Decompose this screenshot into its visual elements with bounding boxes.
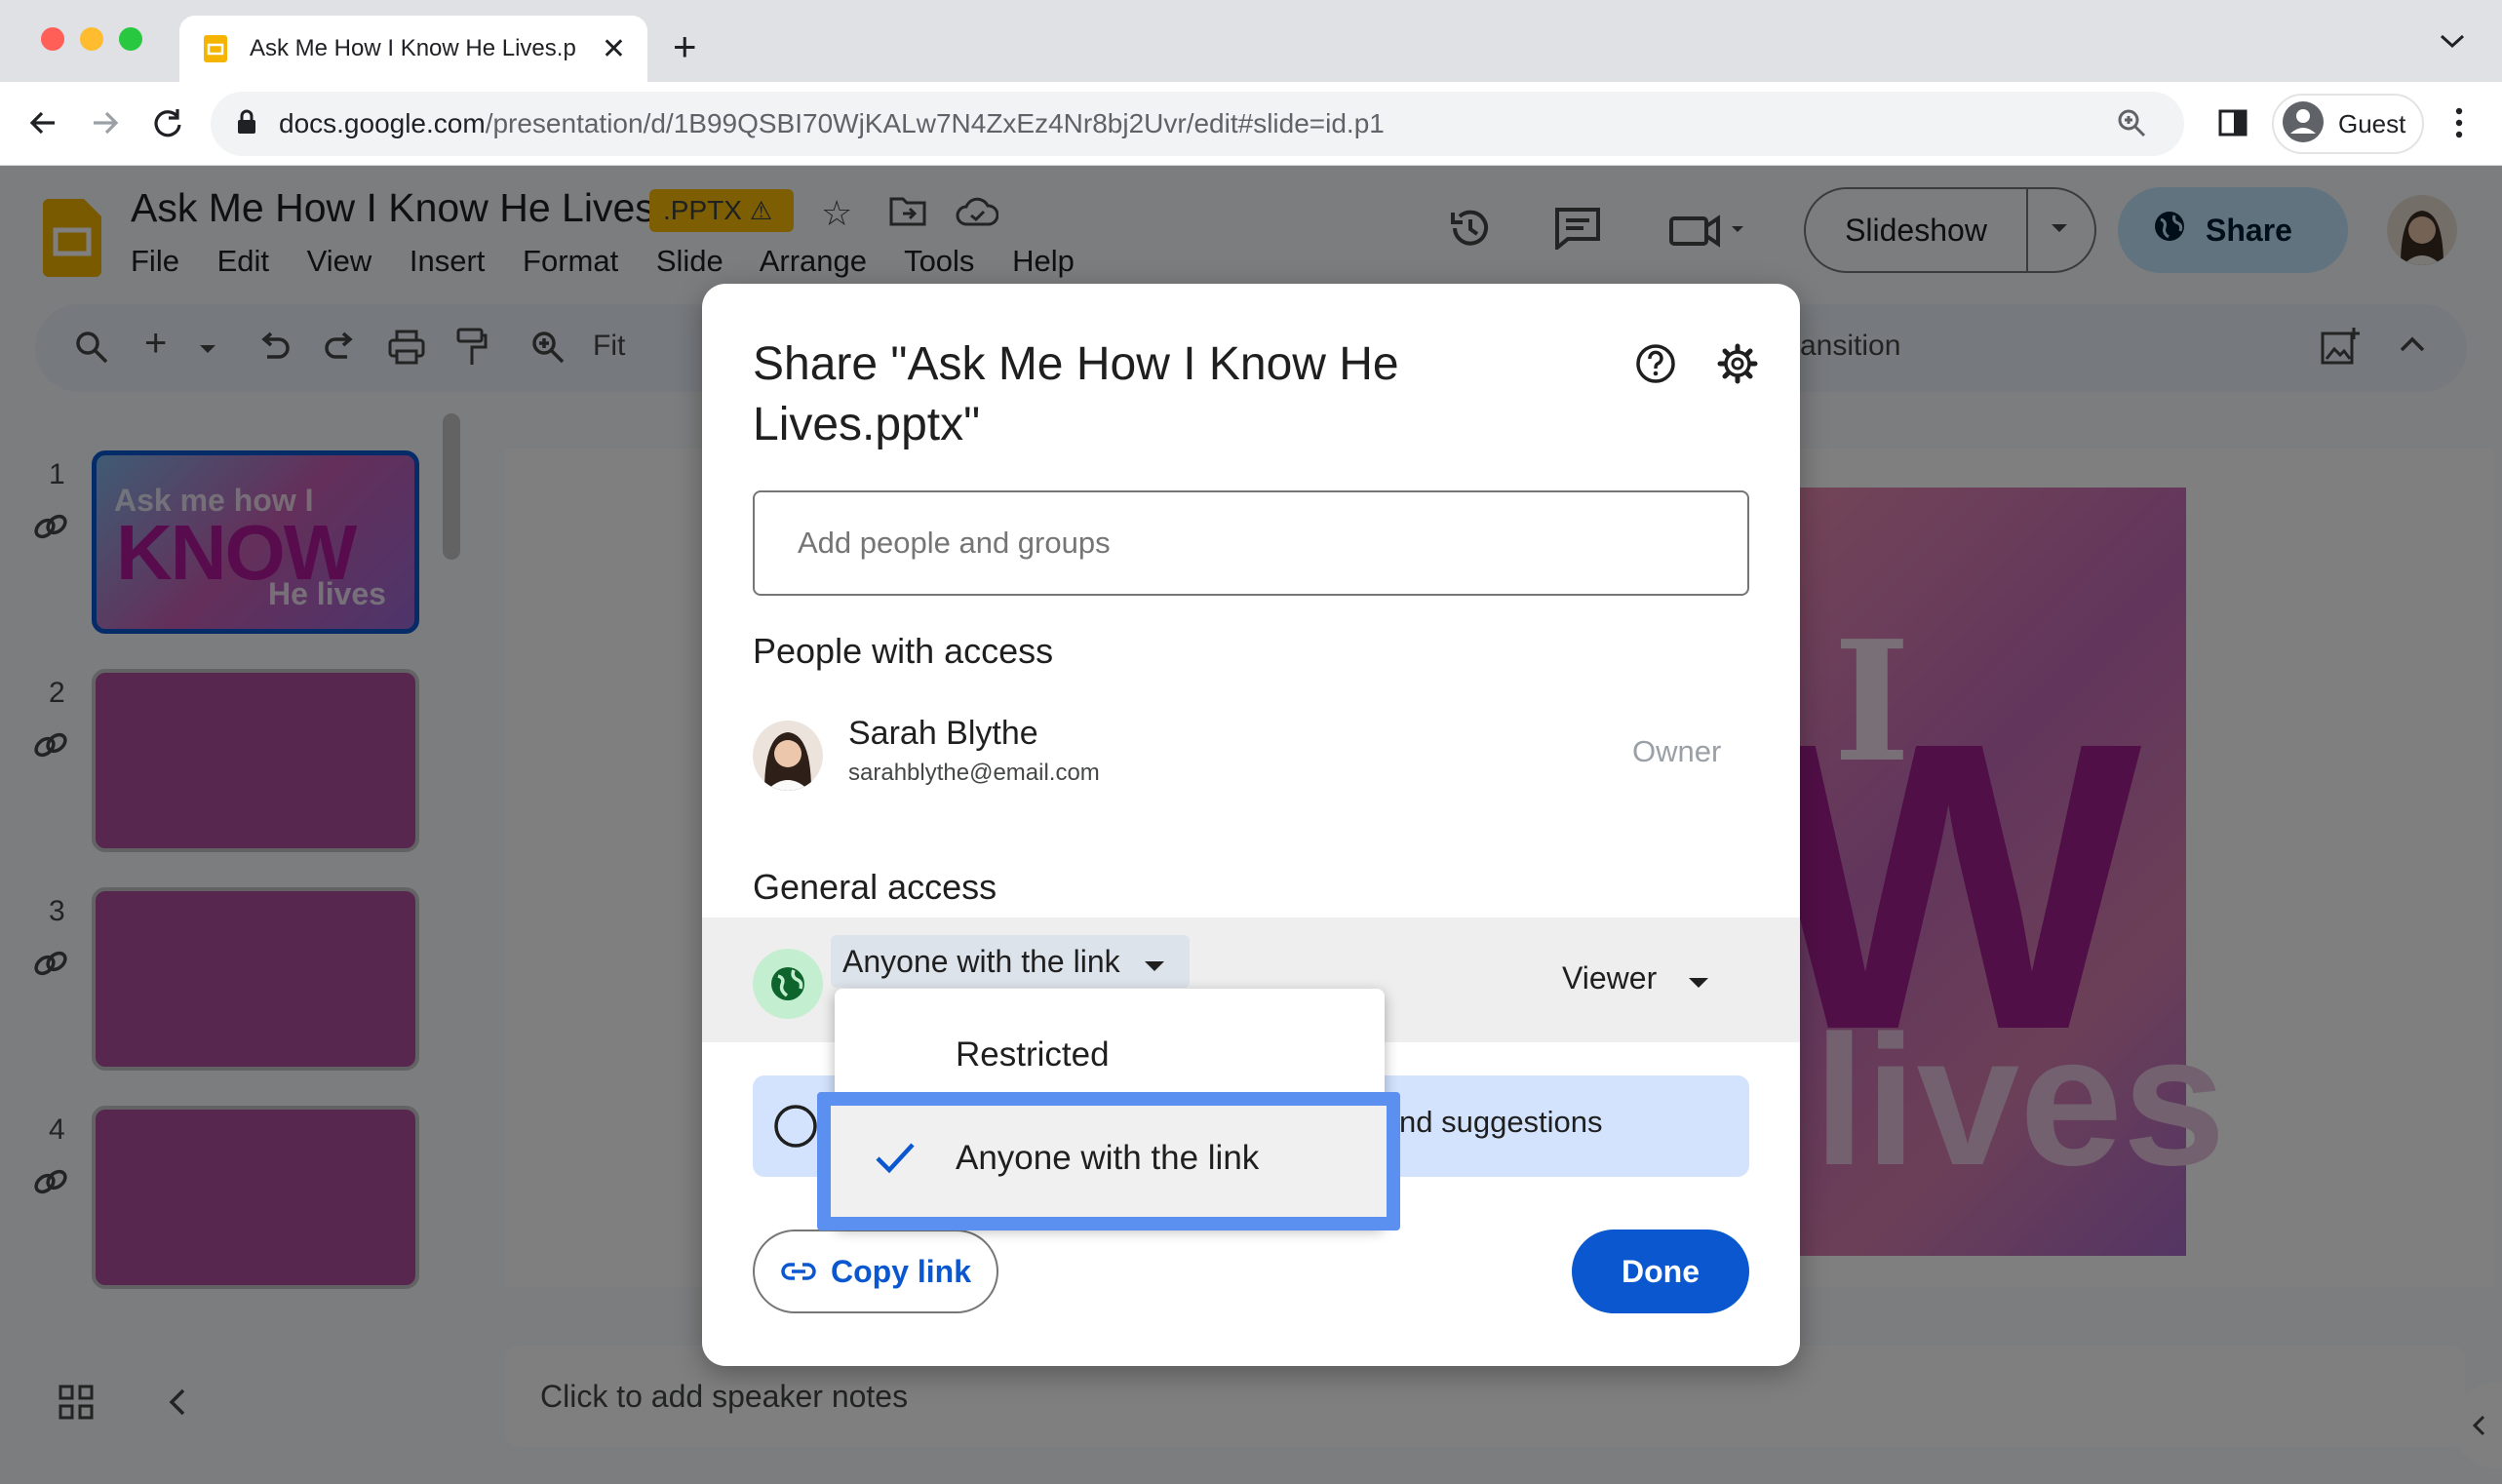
done-label: Done xyxy=(1622,1253,1700,1289)
general-access-heading: General access xyxy=(753,867,997,907)
role-select[interactable]: Viewer xyxy=(1562,960,1709,996)
option-anyone-label: Anyone with the link xyxy=(956,1139,1260,1177)
url-text: docs.google.com/presentation/d/1B99QSBI7… xyxy=(279,108,1385,138)
person-name: Sarah Blythe xyxy=(848,715,1038,752)
close-window-button[interactable] xyxy=(41,27,64,51)
general-access-select[interactable]: Anyone with the link xyxy=(831,935,1190,988)
copy-link-button[interactable]: Copy link xyxy=(753,1230,998,1313)
settings-gear-icon[interactable] xyxy=(1716,342,1759,390)
reload-icon[interactable] xyxy=(150,105,185,145)
minimize-window-button[interactable] xyxy=(80,27,103,51)
info-banner-text: nd suggestions xyxy=(1399,1105,1603,1139)
new-tab-icon[interactable]: + xyxy=(673,23,697,70)
sidepanel-icon[interactable] xyxy=(2217,107,2248,143)
lock-icon xyxy=(236,109,257,139)
help-icon[interactable] xyxy=(1634,342,1677,390)
tab-search-chevron-icon[interactable] xyxy=(2438,31,2467,56)
person-email: sarahblythe@email.com xyxy=(848,760,1100,786)
dropdown-arrow-icon xyxy=(1688,960,1709,996)
profile-button[interactable]: Guest xyxy=(2272,94,2424,154)
person-avatar xyxy=(753,721,823,791)
address-bar[interactable]: docs.google.com/presentation/d/1B99QSBI7… xyxy=(211,92,2184,156)
dropdown-arrow-icon xyxy=(1144,944,1165,980)
forward-arrow-icon[interactable] xyxy=(88,105,123,145)
browser-menu-icon[interactable] xyxy=(2453,105,2465,145)
profile-avatar-icon xyxy=(2282,100,2325,148)
people-access-heading: People with access xyxy=(753,631,1054,671)
zoom-icon[interactable] xyxy=(2116,107,2147,143)
link-icon xyxy=(780,1254,817,1290)
close-tab-icon[interactable]: ✕ xyxy=(602,32,626,66)
share-dialog-title: Share "Ask Me How I Know He Lives.pptx" xyxy=(753,338,1399,450)
browser-tab[interactable]: Ask Me How I Know He Lives.p ✕ xyxy=(179,16,647,82)
info-icon xyxy=(772,1103,819,1154)
option-restricted[interactable]: Restricted xyxy=(956,1035,1110,1074)
maximize-window-button[interactable] xyxy=(119,27,142,51)
back-arrow-icon[interactable] xyxy=(25,105,60,145)
role-value: Viewer xyxy=(1562,960,1658,996)
slides-favicon-icon xyxy=(201,34,230,63)
copy-link-label: Copy link xyxy=(830,1253,971,1289)
checkmark-icon xyxy=(874,1141,917,1179)
add-people-input[interactable] xyxy=(753,490,1749,596)
done-button[interactable]: Done xyxy=(1572,1230,1749,1313)
tab-title: Ask Me How I Know He Lives.p xyxy=(250,35,576,61)
profile-label: Guest xyxy=(2338,108,2406,138)
general-access-value: Anyone with the link xyxy=(842,943,1120,979)
person-role: Owner xyxy=(1632,734,1722,768)
globe-icon xyxy=(753,949,823,1019)
